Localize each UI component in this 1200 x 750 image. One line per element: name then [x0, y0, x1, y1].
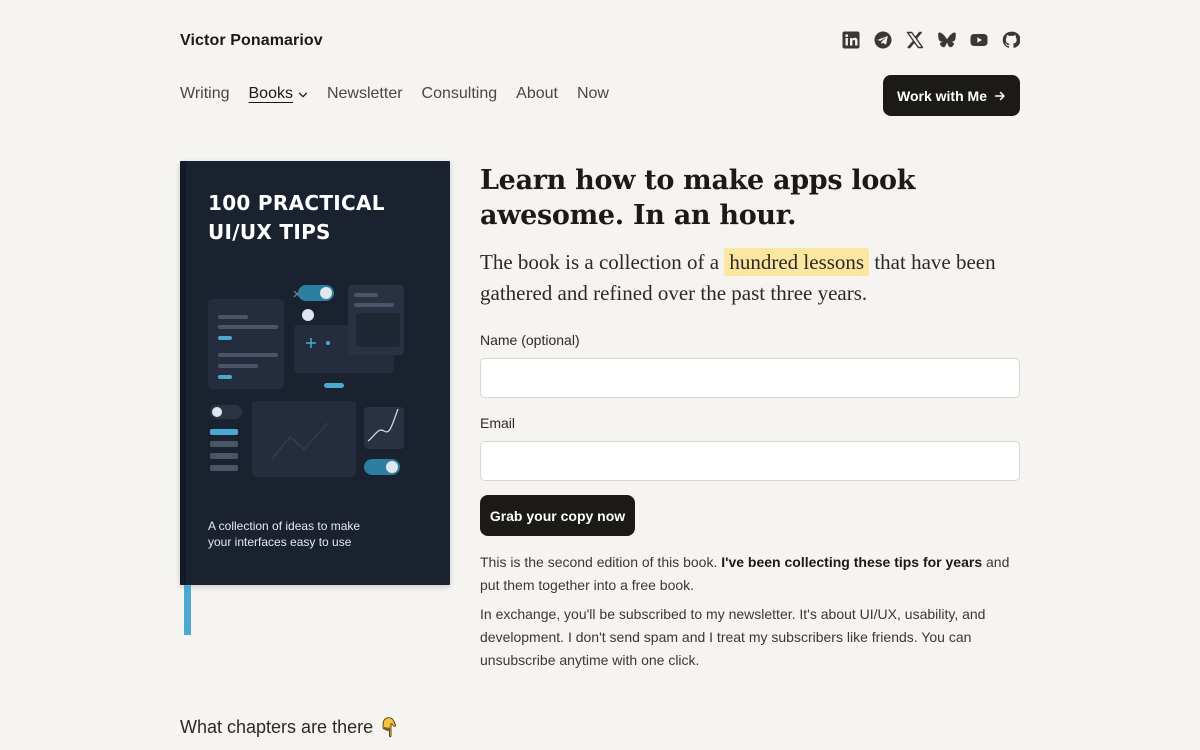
lead-highlight: hundred lessons: [724, 248, 870, 276]
nav-books[interactable]: Books: [249, 85, 308, 103]
name-field[interactable]: [480, 358, 1020, 398]
edition-note-bold: I've been collecting these tips for year…: [721, 554, 983, 570]
pointing-down-hand-icon: [379, 716, 397, 738]
email-field[interactable]: [480, 441, 1020, 481]
headline-line: Learn how to make apps look: [480, 165, 916, 196]
nav-newsletter[interactable]: Newsletter: [327, 85, 403, 103]
page-headline: Learn how to make apps look awesome. In …: [480, 163, 1020, 233]
edition-note-start: This is the second edition of this book.: [480, 554, 722, 570]
chevron-down-icon: [298, 88, 308, 100]
youtube-icon[interactable]: [970, 31, 988, 49]
book-subtitle-line: A collection of ideas to make: [208, 519, 361, 533]
grab-copy-button[interactable]: Grab your copy now: [480, 495, 635, 536]
nav-writing[interactable]: Writing: [180, 85, 230, 103]
book-ribbon: [184, 585, 191, 635]
github-icon[interactable]: [1002, 31, 1020, 49]
book-cover: 100 PRACTICAL UI/UX TIPS A collection of…: [180, 161, 450, 585]
chapters-heading: What chapters are there: [180, 716, 397, 738]
arrow-right-icon: [994, 90, 1006, 102]
email-label: Email: [480, 415, 516, 431]
work-with-me-button[interactable]: Work with Me: [883, 75, 1020, 116]
name-label: Name (optional): [480, 332, 580, 348]
book-spine: [180, 161, 186, 585]
headline-line: awesome. In an hour.: [480, 200, 797, 231]
book-title: 100 PRACTICAL UI/UX TIPS: [208, 189, 428, 247]
edition-note: This is the second edition of this book.…: [480, 551, 1010, 597]
page: Victor Ponamariov Writing Books Newslett: [180, 0, 1020, 750]
social-links: [842, 31, 1020, 49]
book-title-line: 100 PRACTICAL: [208, 191, 385, 215]
newsletter-note: In exchange, you'll be subscribed to my …: [480, 606, 986, 668]
work-with-me-label: Work with Me: [897, 87, 987, 104]
book-subtitle: A collection of ideas to make your inter…: [208, 518, 408, 550]
nav-books-label: Books: [248, 85, 293, 102]
lead-text-start: The book is a collection of a: [480, 250, 725, 274]
chapters-label: What chapters are there: [180, 716, 374, 737]
book-illustration: [208, 285, 404, 477]
main-nav: Writing Books Newsletter Consulting Abou…: [180, 85, 609, 103]
x-icon[interactable]: [906, 31, 924, 49]
book-title-line: UI/UX TIPS: [208, 220, 331, 244]
nav-about[interactable]: About: [516, 85, 558, 103]
nav-now[interactable]: Now: [577, 85, 609, 103]
book-subtitle-line: your interfaces easy to use: [208, 535, 352, 549]
linkedin-icon[interactable]: [842, 31, 860, 49]
nav-consulting[interactable]: Consulting: [422, 85, 498, 103]
bluesky-icon[interactable]: [938, 31, 956, 49]
telegram-icon[interactable]: [874, 31, 892, 49]
site-brand[interactable]: Victor Ponamariov: [180, 32, 323, 50]
lead-paragraph: The book is a collection of a hundred le…: [480, 247, 1000, 309]
